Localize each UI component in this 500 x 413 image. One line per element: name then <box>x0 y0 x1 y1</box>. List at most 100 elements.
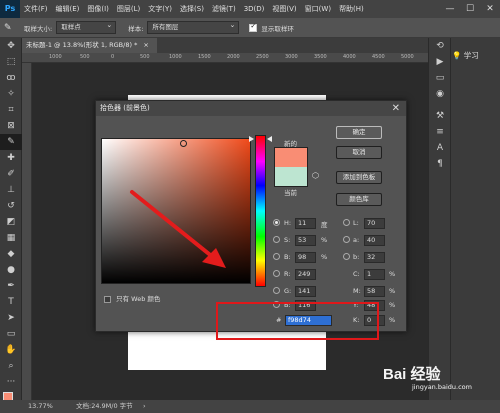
status-arrow-icon[interactable]: › <box>143 400 146 413</box>
actions-panel-icon[interactable]: ▶ <box>429 54 451 70</box>
menu-image[interactable]: 图像(I) <box>83 4 113 14</box>
menu-help[interactable]: 帮助(H) <box>335 4 368 14</box>
saturation-radio[interactable] <box>273 236 280 243</box>
dialog-close-button[interactable]: ✕ <box>392 101 400 116</box>
menu-select[interactable]: 选择(S) <box>176 4 208 14</box>
highlight-annotation-box <box>216 302 379 340</box>
learn-tab[interactable]: 💡 学习 <box>452 50 479 61</box>
shape-tool-icon[interactable]: ▭ <box>0 326 22 342</box>
hue-slider-left-handle[interactable] <box>249 136 254 142</box>
quick-select-tool-icon[interactable]: ✧ <box>0 86 22 102</box>
hand-tool-icon[interactable]: ✋ <box>0 342 22 358</box>
eraser-tool-icon[interactable]: ◩ <box>0 214 22 230</box>
minimize-button[interactable]: — <box>440 0 460 18</box>
history-brush-tool-icon[interactable]: ↺ <box>0 198 22 214</box>
ruler-tick-label: 500 <box>80 54 90 60</box>
photoshop-logo-icon: Ps <box>0 0 20 18</box>
current-color-swatch[interactable] <box>274 167 308 187</box>
frame-tool-icon[interactable]: ⊠ <box>0 118 22 134</box>
eyedropper-tool-icon[interactable]: ✎ <box>0 134 22 150</box>
web-colors-checkbox[interactable] <box>104 295 111 303</box>
healing-tool-icon[interactable]: ✚ <box>0 150 22 166</box>
tools-panel: ✥ ⬚ ꝏ ✧ ⌗ ⊠ ✎ ✚ ✐ ⊥ ↺ ◩ ▦ ◆ ● ✒ T ➤ ▭ ✋ … <box>0 38 22 408</box>
menu-edit[interactable]: 编辑(E) <box>52 4 84 14</box>
red-field[interactable]: 249 <box>295 269 316 280</box>
hue-slider[interactable] <box>255 135 266 287</box>
magenta-field[interactable]: 58 <box>364 286 385 297</box>
gradient-tool-icon[interactable]: ▦ <box>0 230 22 246</box>
eyedropper-icon[interactable]: ✎ <box>4 23 20 33</box>
move-tool-icon[interactable]: ✥ <box>0 38 22 54</box>
ruler-tick-label: 1000 <box>49 54 62 60</box>
paragraph-mark-icon[interactable]: ¶ <box>429 156 451 172</box>
properties-panel-icon[interactable]: ≡ <box>429 124 451 140</box>
lightness-radio[interactable] <box>343 219 350 226</box>
cyan-field[interactable]: 1 <box>364 269 385 280</box>
stamp-tool-icon[interactable]: ⊥ <box>0 182 22 198</box>
ruler-tick-label: 4000 <box>343 54 356 60</box>
sample-select[interactable]: 所有图层 <box>147 20 240 34</box>
zoom-tool-icon[interactable]: ⌕ <box>0 358 22 374</box>
blur-tool-icon[interactable]: ◆ <box>0 246 22 262</box>
color-libraries-button[interactable]: 颜色库 <box>336 193 382 206</box>
tab-close-icon[interactable]: × <box>143 41 148 49</box>
menu-view[interactable]: 视图(V) <box>268 4 300 14</box>
vertical-ruler <box>22 63 32 400</box>
hue-unit: 度 <box>321 221 328 229</box>
pen-tool-icon[interactable]: ✒ <box>0 278 22 294</box>
adjustments-panel-icon[interactable]: ⚒ <box>429 108 451 124</box>
b-channel-radio[interactable] <box>343 253 350 260</box>
sample-size-select[interactable]: 取样点 <box>56 20 117 34</box>
character-panel-icon[interactable]: A <box>429 140 451 156</box>
menu-type[interactable]: 文字(Y) <box>144 4 176 14</box>
path-select-tool-icon[interactable]: ➤ <box>0 310 22 326</box>
saturation-field[interactable]: 53 <box>295 235 316 246</box>
red-radio[interactable] <box>273 270 280 277</box>
ruler-tick-label: 3000 <box>285 54 298 60</box>
history-panel-icon[interactable]: ⟲ <box>429 38 451 54</box>
web-colors-option[interactable]: 只有 Web 颜色 <box>104 293 160 303</box>
brush-tool-icon[interactable]: ✐ <box>0 166 22 182</box>
ok-button[interactable]: 确定 <box>336 126 382 139</box>
menu-3d[interactable]: 3D(D) <box>240 5 269 13</box>
cancel-button[interactable]: 取消 <box>336 146 382 159</box>
menu-layer[interactable]: 图层(L) <box>113 4 144 14</box>
new-color-swatch <box>274 147 308 167</box>
zoom-level[interactable]: 13.77% <box>28 400 53 413</box>
b-channel-label: b: <box>353 253 360 261</box>
more-tools-icon[interactable]: ··· <box>0 374 22 390</box>
menu-file[interactable]: 文件(F) <box>20 4 52 14</box>
green-field[interactable]: 141 <box>295 286 316 297</box>
brightness-radio[interactable] <box>273 253 280 260</box>
b-channel-field[interactable]: 32 <box>364 252 385 263</box>
hue-slider-right-handle[interactable] <box>267 136 272 142</box>
color-panel-icon[interactable]: ◉ <box>429 86 451 102</box>
status-bar: 13.77% 文档:24.9M/0 字节 › <box>0 400 500 413</box>
color-picker-handle[interactable] <box>180 140 187 147</box>
gamut-cube-icon[interactable]: ⬡ <box>312 171 319 180</box>
a-channel-field[interactable]: 40 <box>364 235 385 246</box>
lasso-tool-icon[interactable]: ꝏ <box>0 70 22 86</box>
crop-tool-icon[interactable]: ⌗ <box>0 102 22 118</box>
document-tab[interactable]: 未标题-1 @ 13.8%(形状 1, RGB/8) * × <box>22 38 157 53</box>
dodge-tool-icon[interactable]: ● <box>0 262 22 278</box>
close-window-button[interactable]: ✕ <box>480 0 500 18</box>
red-label: R: <box>284 270 291 278</box>
brightness-field[interactable]: 98 <box>295 252 316 263</box>
a-channel-radio[interactable] <box>343 236 350 243</box>
green-radio[interactable] <box>273 287 280 294</box>
maximize-button[interactable]: ☐ <box>460 0 480 18</box>
menu-window[interactable]: 窗口(W) <box>301 4 335 14</box>
lightness-field[interactable]: 70 <box>364 218 385 229</box>
hue-radio[interactable] <box>273 219 280 226</box>
paragraph-panel-icon[interactable]: ▭ <box>429 70 451 86</box>
add-to-swatches-button[interactable]: 添加到色板 <box>336 171 382 184</box>
hue-field[interactable]: 11 <box>295 218 316 229</box>
type-tool-icon[interactable]: T <box>0 294 22 310</box>
cyan-label: C: <box>353 270 360 278</box>
show-ring-checkbox[interactable] <box>249 22 258 32</box>
a-channel-label: a: <box>353 236 360 244</box>
magenta-label: M: <box>353 287 361 295</box>
menu-filter[interactable]: 滤镜(T) <box>208 4 240 14</box>
marquee-tool-icon[interactable]: ⬚ <box>0 54 22 70</box>
